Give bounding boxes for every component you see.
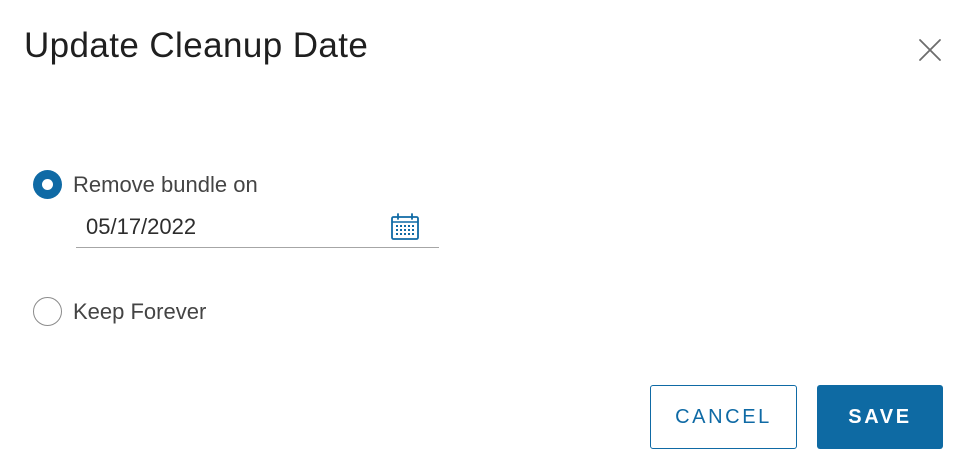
calendar-icon[interactable]	[390, 213, 420, 241]
update-cleanup-date-dialog: Update Cleanup Date Remove bundle on 05/…	[0, 0, 972, 464]
remove-bundle-radio[interactable]	[33, 170, 62, 199]
save-button[interactable]: SAVE	[817, 385, 943, 449]
close-icon[interactable]	[914, 34, 946, 66]
remove-bundle-label: Remove bundle on	[73, 171, 258, 197]
remove-bundle-option[interactable]: Remove bundle on	[33, 170, 258, 199]
cancel-button[interactable]: CANCEL	[650, 385, 797, 449]
keep-forever-radio[interactable]	[33, 297, 62, 326]
cleanup-date-field	[76, 205, 439, 248]
dialog-title: Update Cleanup Date	[24, 26, 369, 65]
keep-forever-option[interactable]: Keep Forever	[33, 297, 206, 326]
cleanup-date-input[interactable]	[86, 213, 376, 241]
keep-forever-label: Keep Forever	[73, 298, 207, 324]
